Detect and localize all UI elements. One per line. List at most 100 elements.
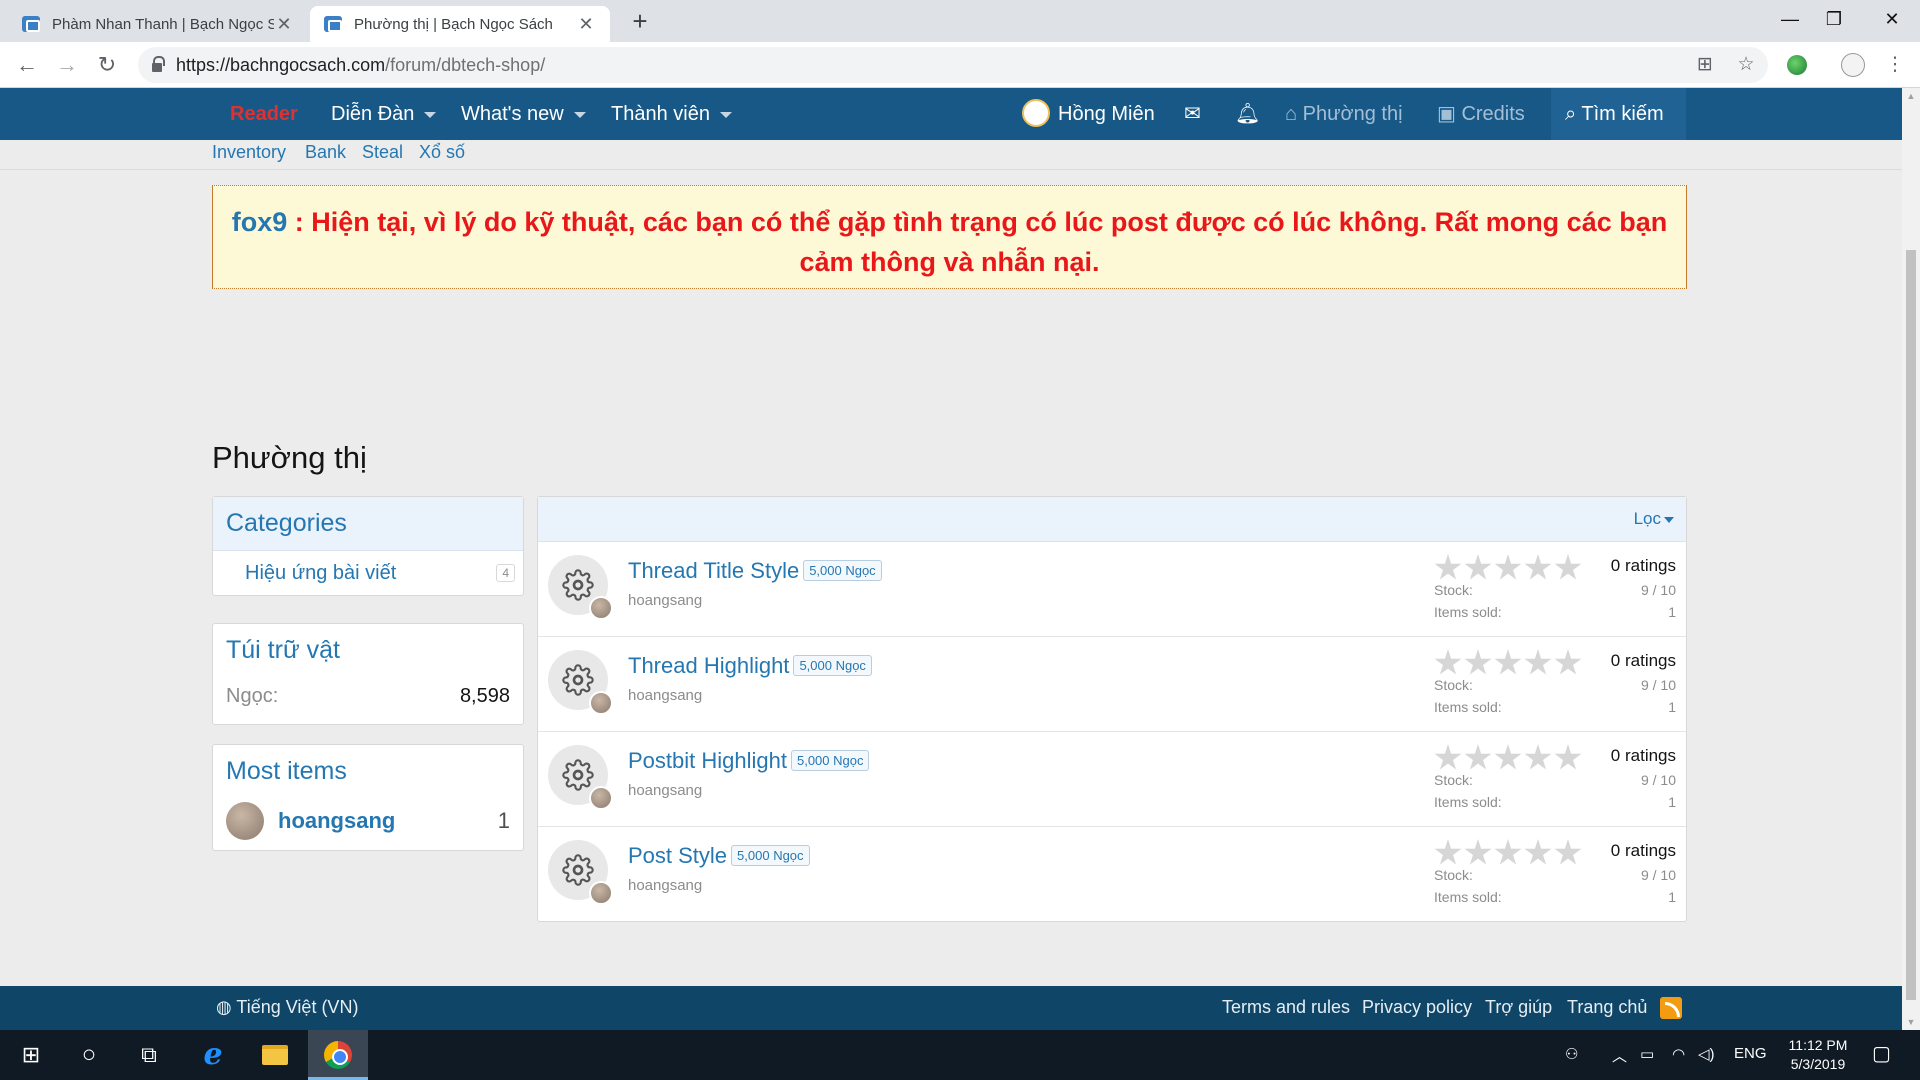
task-view-icon[interactable]: ⧉ — [124, 1030, 174, 1080]
bell-icon[interactable]: 🔔︎ — [1235, 88, 1260, 140]
avatar[interactable] — [589, 881, 613, 905]
avatar[interactable] — [226, 802, 264, 840]
rating-star-icon[interactable] — [1434, 839, 1462, 865]
item-title-link[interactable]: Post Style — [628, 843, 727, 868]
notice-author[interactable]: fox9 — [232, 207, 288, 237]
filter-button[interactable]: Lọc — [1634, 509, 1674, 529]
language-chooser[interactable]: ◍ Tiếng Việt (VN) — [216, 997, 358, 1018]
new-tab-button[interactable]: + — [625, 6, 655, 36]
most-items-user[interactable]: hoangsang — [278, 808, 498, 834]
nav-forums[interactable]: Diễn Đàn — [331, 88, 437, 140]
rating-star-icon[interactable] — [1524, 744, 1552, 770]
rating-star-icon[interactable] — [1554, 839, 1582, 865]
translate-icon[interactable]: ⊞ — [1690, 50, 1720, 80]
maximize-icon[interactable]: ❐ — [1806, 0, 1862, 40]
item-author[interactable]: hoangsang — [628, 782, 702, 799]
wifi-icon[interactable]: ◠ — [1672, 1045, 1685, 1063]
star-icon[interactable]: ☆ — [1731, 50, 1761, 80]
rating-star-icon[interactable] — [1464, 839, 1492, 865]
subnav-bank[interactable]: Bank — [305, 142, 346, 163]
tab-close-icon[interactable]: ✕ — [274, 14, 294, 35]
file-explorer-icon[interactable] — [250, 1030, 300, 1080]
address-bar[interactable]: https://bachngocsach.com/forum/dbtech-sh… — [138, 47, 1768, 83]
footer-link-terms[interactable]: Terms and rules — [1222, 997, 1350, 1018]
volume-icon[interactable]: ◁) — [1698, 1045, 1715, 1063]
item-author[interactable]: hoangsang — [628, 687, 702, 704]
nav-whats-new[interactable]: What's new — [461, 88, 586, 140]
notification-icon[interactable]: ▢ — [1872, 1041, 1891, 1066]
subnav-lottery[interactable]: Xổ số — [419, 142, 465, 163]
cortana-icon[interactable]: ○ — [64, 1030, 114, 1080]
nav-members[interactable]: Thành viên — [611, 88, 732, 140]
nav-reader[interactable]: Reader — [230, 88, 298, 140]
footer-link-privacy[interactable]: Privacy policy — [1362, 997, 1472, 1018]
close-window-icon[interactable]: ✕ — [1864, 0, 1920, 40]
extension-globe-icon[interactable] — [1782, 50, 1812, 80]
search-button[interactable]: ⌕ Tìm kiếm — [1551, 88, 1686, 140]
rating-star-icon[interactable] — [1494, 839, 1522, 865]
item-title-link[interactable]: Thread Highlight — [628, 653, 789, 678]
most-items-heading[interactable]: Most items — [213, 745, 523, 798]
rating-star-icon[interactable] — [1494, 744, 1522, 770]
footer-link-home[interactable]: Trang chủ — [1567, 997, 1647, 1018]
stock-label: Stock: — [1434, 582, 1473, 598]
item-author[interactable]: hoangsang — [628, 592, 702, 609]
subnav-inventory[interactable]: Inventory — [212, 142, 286, 163]
site-favicon-icon — [324, 16, 342, 32]
avatar[interactable] — [589, 691, 613, 715]
mail-icon[interactable]: ✉ — [1184, 88, 1201, 140]
battery-icon[interactable]: ▭ — [1640, 1045, 1654, 1063]
nav-credits[interactable]: ▣ Credits — [1437, 88, 1525, 140]
windows-icon[interactable]: ⊞ — [6, 1030, 56, 1080]
rss-icon[interactable] — [1660, 997, 1682, 1019]
rating-star-icon[interactable] — [1494, 649, 1522, 675]
rating-star-icon[interactable] — [1554, 554, 1582, 580]
subnav-steal[interactable]: Steal — [362, 142, 403, 163]
item-title-link[interactable]: Thread Title Style — [628, 558, 799, 583]
tab-title: Phàm Nhan Thanh | Bạch Ngọc Sách — [52, 15, 274, 33]
rating-star-icon[interactable] — [1554, 649, 1582, 675]
inventory-heading[interactable]: Túi trữ vật — [213, 624, 523, 677]
category-item[interactable]: Hiệu ứng bài viết 4 — [213, 551, 523, 595]
clock[interactable]: 11:12 PM 5/3/2019 — [1768, 1036, 1868, 1074]
browser-tab-2[interactable]: Phường thị | Bạch Ngọc Sách ✕ — [310, 6, 610, 42]
avatar[interactable] — [589, 786, 613, 810]
reload-icon[interactable]: ↻ — [92, 50, 122, 80]
forward-icon[interactable]: → — [52, 50, 82, 80]
search-label: Tìm kiếm — [1581, 103, 1664, 125]
input-language[interactable]: ENG — [1734, 1045, 1767, 1062]
scroll-thumb[interactable] — [1906, 250, 1916, 1000]
item-author[interactable]: hoangsang — [628, 877, 702, 894]
rating-star-icon[interactable] — [1464, 554, 1492, 580]
rating-star-icon[interactable] — [1434, 744, 1462, 770]
site-notice: fox9 : Hiện tại, vì lý do kỹ thuật, các … — [212, 185, 1687, 289]
chevron-up-icon[interactable]: ︿ — [1612, 1045, 1627, 1066]
rating-star-icon[interactable] — [1524, 649, 1552, 675]
item-title-link[interactable]: Postbit Highlight — [628, 748, 787, 773]
page-scrollbar[interactable]: ▲ ▼ — [1902, 88, 1920, 1030]
ratings-count: 0 ratings — [1610, 746, 1676, 765]
rating-star-icon[interactable] — [1524, 839, 1552, 865]
rating-star-icon[interactable] — [1464, 744, 1492, 770]
rating-star-icon[interactable] — [1494, 554, 1522, 580]
profile-avatar-icon[interactable] — [1838, 50, 1868, 80]
footer-link-help[interactable]: Trợ giúp — [1485, 997, 1552, 1018]
rating-star-icon[interactable] — [1554, 744, 1582, 770]
edge-icon[interactable]: e — [188, 1030, 238, 1080]
avatar[interactable] — [589, 596, 613, 620]
nav-user[interactable]: Hồng Miên — [1022, 88, 1155, 140]
browser-tab-1[interactable]: Phàm Nhan Thanh | Bạch Ngọc Sách ✕ — [8, 6, 308, 42]
back-icon[interactable]: ← — [12, 50, 42, 80]
nav-shop[interactable]: ⌂ Phường thị — [1285, 88, 1403, 140]
people-icon[interactable]: ⚇ — [1565, 1045, 1578, 1063]
nav-whats-new-label: What's new — [461, 103, 564, 125]
rating-star-icon[interactable] — [1434, 554, 1462, 580]
chrome-icon[interactable] — [308, 1030, 368, 1080]
menu-icon[interactable]: ⋮ — [1880, 50, 1910, 80]
scroll-up-icon[interactable]: ▲ — [1902, 88, 1920, 104]
rating-star-icon[interactable] — [1434, 649, 1462, 675]
tab-close-icon[interactable]: ✕ — [576, 14, 596, 35]
rating-star-icon[interactable] — [1464, 649, 1492, 675]
rating-star-icon[interactable] — [1524, 554, 1552, 580]
scroll-down-icon[interactable]: ▼ — [1902, 1014, 1920, 1030]
